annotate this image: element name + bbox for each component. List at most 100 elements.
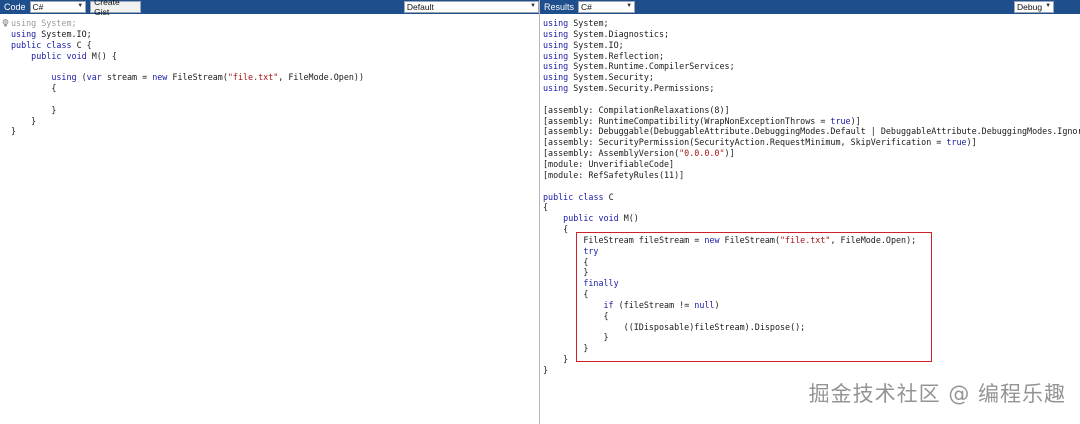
code-token: class (578, 191, 604, 202)
code-line: using System; (543, 18, 1080, 29)
code-line: using System.IO; (543, 40, 1080, 51)
code-token: void (598, 213, 619, 224)
code-token: )] (724, 148, 735, 159)
code-token: [module: RefSafetyRules(11)] (543, 169, 685, 180)
code-token: true (830, 115, 851, 126)
code-line: using (var stream = new FileStream("file… (11, 72, 364, 83)
code-token: using (543, 28, 569, 39)
chevron-down-icon: ▼ (530, 3, 536, 9)
results-language-select[interactable]: C# ▼ (578, 1, 636, 13)
code-token: new (152, 72, 168, 83)
code-token: [assembly: SecurityPermission(SecurityAc… (543, 137, 947, 148)
code-line: using System.Reflection; (543, 51, 1080, 62)
code-token: void (66, 50, 87, 61)
code-token: FileStream( (167, 72, 228, 83)
code-token: { (543, 202, 549, 213)
code-token: using (543, 61, 569, 72)
code-token: C { (71, 39, 92, 50)
results-editor[interactable]: using System; using System.Diagnostics; us… (540, 14, 1080, 424)
results-language-value: C# (581, 2, 592, 12)
code-line: } (11, 105, 364, 116)
chevron-down-icon: ▼ (77, 3, 84, 9)
code-token: System.IO; (568, 39, 624, 50)
code-line: } (543, 365, 1080, 376)
code-token: [assembly: CompilationRelaxations(8)] (543, 104, 730, 115)
watermark: 掘金技术社区 @ 编程乐趣 (808, 382, 1066, 406)
code-line: { (11, 83, 364, 94)
code-line: public class C { (11, 40, 364, 51)
code-token: class (46, 39, 72, 50)
code-line: using System.Security; (543, 72, 1080, 83)
code-token: using (543, 39, 569, 50)
code-token: using (543, 18, 569, 28)
code-language-select[interactable]: C# ▼ (29, 1, 87, 13)
code-line: [assembly: AssemblyVersion("0.0.0.0")] (543, 148, 1080, 159)
code-token: System.Diagnostics; (568, 28, 670, 39)
chevron-down-icon: ▼ (626, 3, 633, 9)
code-line: public void M() { (11, 51, 364, 62)
code-line: using System.IO; (11, 29, 364, 40)
code-token: System; (568, 18, 609, 28)
branch-value: Default (406, 2, 434, 12)
code-token: using (543, 72, 569, 83)
code-line: [module: RefSafetyRules(11)] (543, 170, 1080, 181)
code-token: "0.0.0.0" (679, 148, 725, 159)
code-token: , FileMode.Open)) (278, 72, 365, 83)
code-token: [assembly: RuntimeCompatibility(WrapNonE… (543, 115, 831, 126)
code-token: } (543, 365, 549, 375)
code-line: using System.Diagnostics; (543, 29, 1080, 40)
code-token: ( (76, 72, 87, 83)
code-line: [assembly: SecurityPermission(SecurityAc… (543, 137, 1080, 148)
code-line: using System.Runtime.CompilerServices; (543, 61, 1080, 72)
code-token: System.IO; (36, 28, 92, 39)
code-line: using System; (11, 18, 364, 29)
code-token: true (946, 137, 967, 148)
code-token: public (11, 39, 42, 50)
code-token: { (543, 224, 569, 235)
mode-select[interactable]: Debug ▼ (1014, 1, 1055, 13)
code-line: } (11, 116, 364, 127)
code-editor[interactable]: using System; using System.IO; public clas… (0, 14, 539, 424)
code-token: System.Runtime.CompilerServices; (568, 61, 735, 72)
code-token: public (563, 213, 594, 224)
code-token: using (543, 83, 569, 94)
source-code[interactable]: using System; using System.IO; public clas… (11, 18, 364, 137)
code-line: { (543, 202, 1080, 213)
mode-value: Debug (1017, 2, 1043, 12)
highlight-box (576, 232, 932, 362)
code-token: System.Security.Permissions; (568, 83, 715, 94)
code-token: } (11, 104, 57, 115)
code-token: using System; (11, 18, 77, 28)
code-line: public class C (543, 192, 1080, 203)
code-line: } (11, 126, 364, 137)
code-token: using (11, 28, 37, 39)
code-token: "file.txt" (227, 72, 279, 83)
code-token: [assembly: Debuggable(DebuggableAttribut… (543, 126, 1080, 137)
code-token: } (11, 115, 37, 126)
branch-select[interactable]: Default ▼ (403, 1, 539, 13)
code-label: Code (4, 2, 26, 12)
lightbulb-icon[interactable] (2, 19, 9, 27)
code-line: [assembly: Debuggable(DebuggableAttribut… (543, 126, 1080, 137)
code-token: System.Reflection; (568, 50, 665, 61)
code-line: using System.Security.Permissions; (543, 83, 1080, 94)
code-token: public (543, 191, 574, 202)
code-token: public (31, 50, 62, 61)
code-line: public void M() (543, 213, 1080, 224)
results-label: Results (544, 2, 575, 12)
results-toolbar: Results C# ▼ Debug ▼ (540, 0, 1080, 14)
code-token: [assembly: AssemblyVersion( (543, 148, 680, 159)
code-token: { (11, 83, 57, 94)
code-line: [module: UnverifiableCode] (543, 159, 1080, 170)
create-gist-button[interactable]: Create Gist (90, 0, 141, 17)
code-token: System.Security; (568, 72, 654, 83)
code-token: )] (850, 115, 861, 126)
code-token: } (11, 126, 17, 137)
chevron-down-icon: ▼ (1045, 3, 1052, 9)
code-token: [module: UnverifiableCode] (543, 158, 675, 169)
